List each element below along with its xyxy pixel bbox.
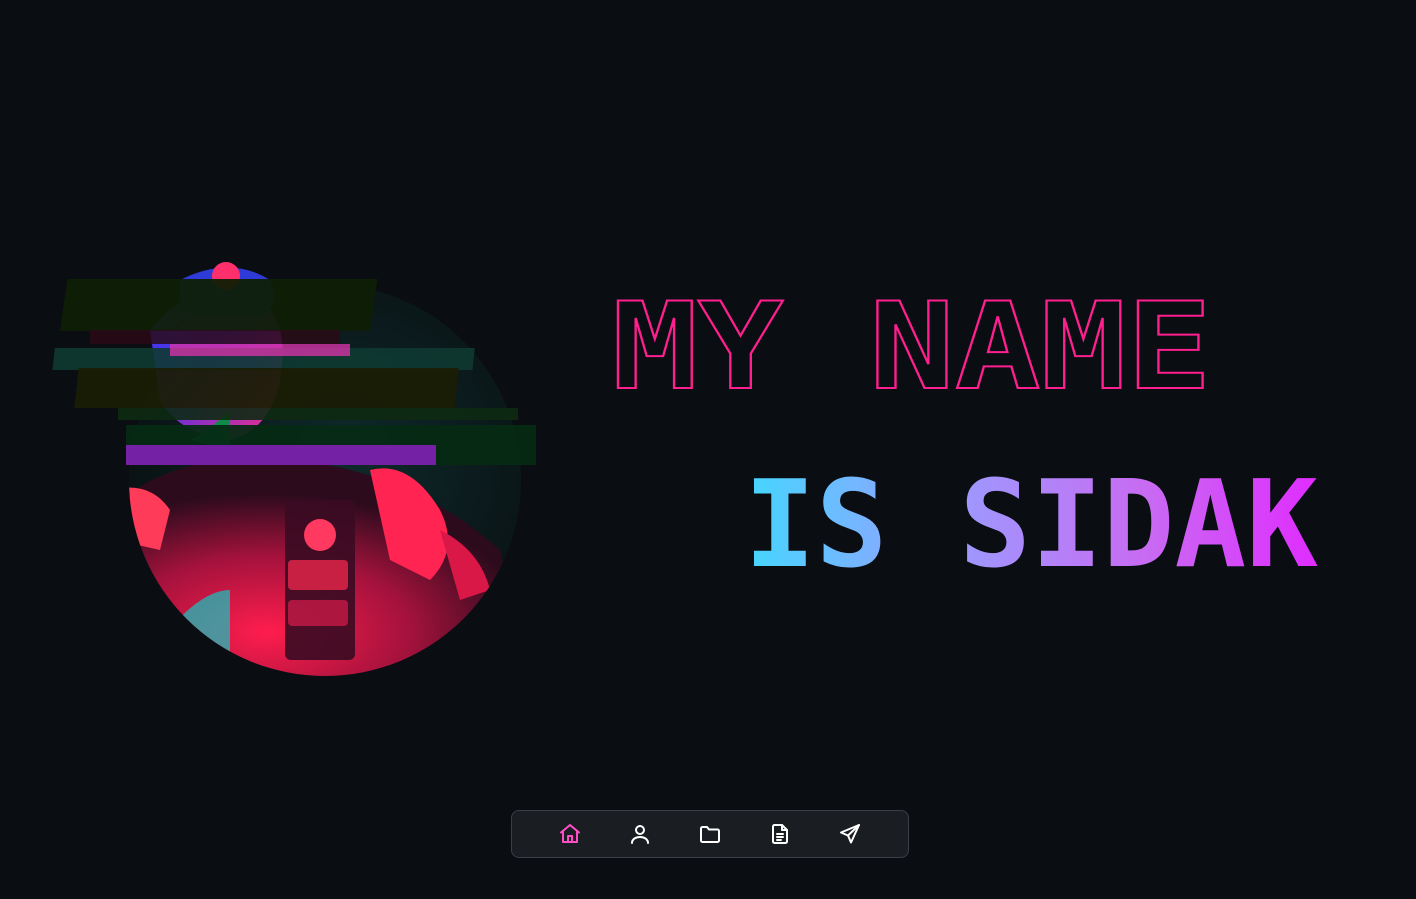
profile-portrait bbox=[30, 260, 550, 690]
portrait-image bbox=[52, 262, 536, 676]
nav-resume[interactable] bbox=[757, 816, 803, 852]
headline-line-1: MY NAME bbox=[611, 277, 1232, 418]
folder-icon bbox=[700, 826, 720, 843]
send-icon bbox=[840, 824, 860, 844]
headline-line-2: IS SIDAK bbox=[740, 456, 1330, 595]
headline-is-sidak: IS SIDAK bbox=[744, 456, 1318, 595]
headline-my-name: MY NAME bbox=[612, 278, 1212, 417]
nav-contact[interactable] bbox=[827, 816, 873, 852]
nav-about[interactable] bbox=[617, 816, 663, 852]
bottom-nav-dock bbox=[511, 810, 909, 858]
document-icon bbox=[772, 824, 788, 844]
nav-home[interactable] bbox=[547, 816, 593, 852]
home-icon bbox=[560, 824, 580, 843]
user-icon bbox=[631, 825, 649, 844]
nav-projects[interactable] bbox=[687, 816, 733, 852]
page: MY NAME IS SIDAK bbox=[0, 0, 1416, 899]
